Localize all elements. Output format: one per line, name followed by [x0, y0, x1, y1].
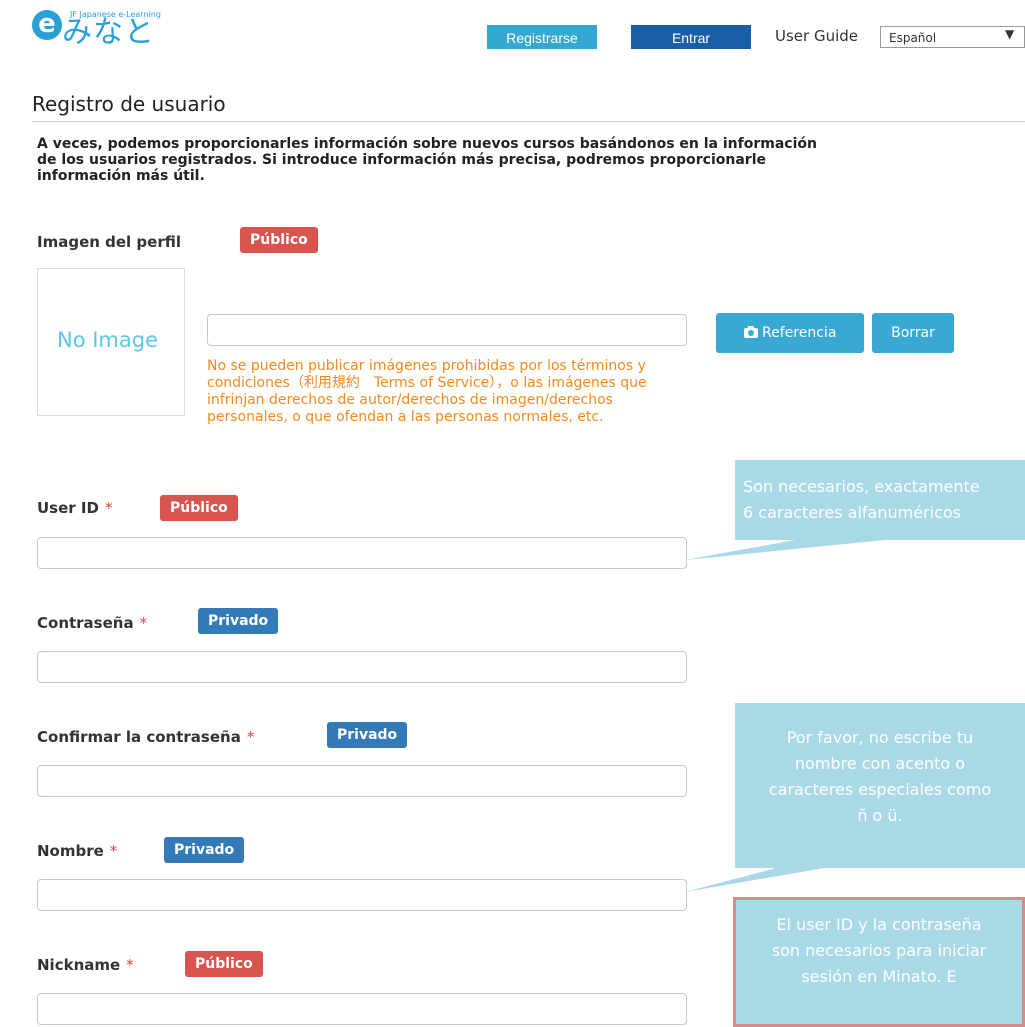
language-select[interactable]: Español	[880, 26, 1025, 48]
user-id-label: User ID *	[37, 499, 112, 517]
confirm-password-label: Confirmar la contraseña *	[37, 728, 254, 746]
password-input[interactable]	[37, 651, 687, 683]
title-divider	[32, 121, 1025, 122]
public-badge: Público	[240, 227, 318, 253]
nickname-label: Nickname *	[37, 956, 134, 974]
required-marker: *	[104, 499, 113, 517]
logo-mark[interactable]: e	[32, 10, 62, 40]
user-id-input[interactable]	[37, 537, 687, 569]
name-input[interactable]	[37, 879, 687, 911]
no-image-text: No Image	[57, 328, 159, 352]
browse-button[interactable]: Referencia	[716, 313, 864, 353]
name-label: Nombre *	[37, 842, 117, 860]
register-button[interactable]: Registrarse	[487, 25, 597, 49]
intro-text: A veces, podemos proporcionarles informa…	[37, 136, 817, 184]
login-button[interactable]: Entrar	[631, 25, 751, 49]
password-label-text: Contraseña	[37, 614, 134, 632]
public-badge: Público	[160, 495, 238, 521]
profile-image-file-field[interactable]	[207, 314, 687, 346]
user-id-tooltip: Son necesarios, exactamente 6 caracteres…	[735, 460, 1025, 540]
delete-button[interactable]: Borrar	[872, 313, 954, 353]
required-marker: *	[139, 614, 148, 632]
public-badge: Público	[185, 951, 263, 977]
confirm-password-label-text: Confirmar la contraseña	[37, 728, 241, 746]
nickname-label-text: Nickname	[37, 956, 121, 974]
login-info-tooltip: El user ID y la contraseña son necesario…	[733, 897, 1025, 1027]
required-marker: *	[246, 728, 255, 746]
private-badge: Privado	[327, 722, 408, 748]
camera-icon	[743, 325, 762, 341]
confirm-password-input[interactable]	[37, 765, 687, 797]
image-warning-text: No se pueden publicar imágenes prohibida…	[207, 358, 647, 425]
browse-button-label: Referencia	[762, 325, 837, 341]
nickname-input[interactable]	[37, 993, 687, 1025]
name-tooltip: Por favor, no escribe tu nombre con acen…	[735, 703, 1025, 868]
chevron-down-icon[interactable]: ▼	[1005, 27, 1014, 41]
private-badge: Privado	[164, 837, 245, 863]
private-badge: Privado	[198, 608, 279, 634]
required-marker: *	[109, 842, 118, 860]
user-guide-link[interactable]: User Guide	[775, 27, 858, 45]
profile-image-label: Imagen del perfil	[37, 233, 181, 251]
password-label: Contraseña *	[37, 614, 147, 632]
user-id-label-text: User ID	[37, 499, 99, 517]
page-title: Registro de usuario	[32, 92, 226, 116]
logo-name[interactable]: みなと	[62, 18, 155, 48]
name-label-text: Nombre	[37, 842, 104, 860]
required-marker: *	[126, 956, 134, 974]
